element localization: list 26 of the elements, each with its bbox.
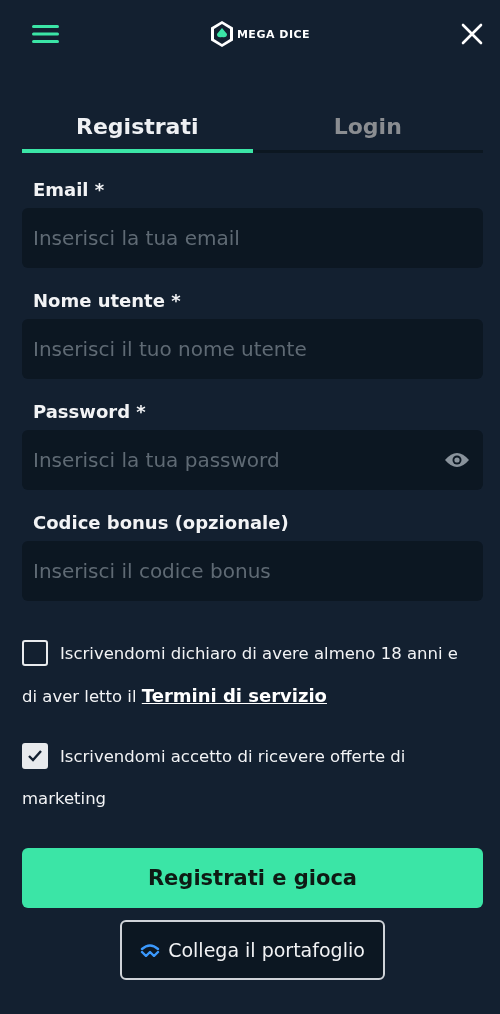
register-button[interactable]: Registrati e gioca [22, 848, 483, 908]
close-icon [461, 23, 483, 45]
input-field[interactable]: Inserisci la tua email [22, 208, 483, 268]
input-field[interactable]: Inserisci la tua password [22, 430, 483, 490]
agreement-text: Iscrivendomi dichiaro di avere almeno 18 anni e di aver letto il Termini di servizio [22, 633, 483, 718]
input-field[interactable]: Inserisci il codice bonus [22, 541, 483, 601]
tab[interactable]: Login [252, 114, 483, 153]
menu-button[interactable] [32, 24, 59, 44]
wave-icon [140, 943, 161, 957]
logo-icon [209, 20, 234, 48]
checkbox[interactable] [22, 639, 48, 666]
wallet-button[interactable]: Collega il portafoglio [120, 920, 385, 980]
field-label: Email * [32, 179, 106, 200]
menu-icon [32, 24, 59, 44]
eye-icon[interactable] [444, 451, 470, 469]
field-label: Nome utente * [32, 290, 182, 311]
logo-text: MEGA DICE [236, 27, 311, 41]
close-button[interactable] [461, 23, 483, 45]
check-icon [27, 748, 43, 763]
terms-link[interactable]: Termini di servizio [141, 685, 327, 706]
field-label: Codice bonus (opzionale) [32, 512, 290, 533]
field-label: Password * [32, 401, 147, 422]
tab[interactable]: Registrati [22, 114, 253, 153]
checkbox[interactable] [22, 742, 48, 769]
input-field[interactable]: Inserisci il tuo nome utente [22, 319, 483, 379]
agreement-text: Iscrivendomi accetto di ricevere offerte di marketing [22, 736, 483, 820]
